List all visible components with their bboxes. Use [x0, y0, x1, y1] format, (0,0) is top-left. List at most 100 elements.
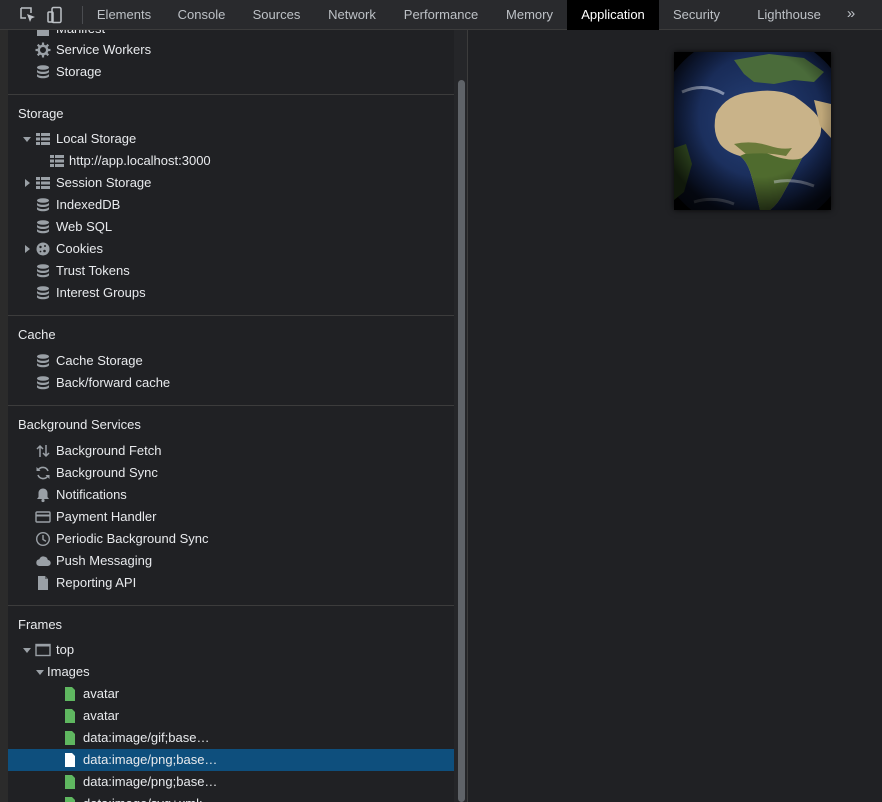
sidebar-item-image-file[interactable]: data:image/gif;base…	[8, 727, 454, 749]
sidebar-item-label: Interest Groups	[56, 285, 146, 300]
image-file-icon	[65, 687, 75, 701]
sidebar-item-session-storage[interactable]: Session Storage	[8, 172, 454, 194]
document-icon	[37, 30, 49, 36]
device-toolbar-icon[interactable]	[46, 6, 64, 24]
tab-elements[interactable]: Elements	[84, 0, 164, 30]
drawer-edge	[0, 30, 8, 802]
image-file-icon	[65, 731, 75, 745]
sidebar-item-label: Push Messaging	[56, 553, 153, 568]
sidebar-item-label: Storage	[56, 64, 102, 79]
sidebar-item-label: Notifications	[56, 487, 127, 502]
database-icon	[37, 198, 49, 212]
sidebar-item-back-forward-cache[interactable]: Back/forward cache	[8, 372, 454, 394]
sidebar-item-label: Web SQL	[56, 219, 113, 234]
sidebar-item-label: Cookies	[56, 241, 103, 256]
section-title-cache: Cache	[18, 327, 56, 342]
sidebar-item-label: Service Workers	[56, 42, 152, 57]
table-grid-icon	[36, 133, 50, 145]
sidebar-item-image-file[interactable]: data:image/svg+xml;…	[8, 793, 454, 802]
image-file-icon	[65, 797, 75, 802]
sidebar-item-trust-tokens[interactable]: Trust Tokens	[8, 260, 454, 282]
sidebar-item-label: Back/forward cache	[56, 375, 171, 390]
collapsed-arrow-icon[interactable]	[22, 238, 32, 260]
sidebar-item-reporting-api[interactable]: Reporting API	[8, 572, 454, 594]
sidebar-item-label: data:image/png;base…	[83, 752, 218, 767]
image-file-icon	[65, 753, 75, 767]
sidebar-item-local-storage[interactable]: Local Storage	[8, 128, 454, 150]
tab-security[interactable]: Security	[659, 0, 734, 30]
sidebar-scrollbar-thumb[interactable]	[458, 80, 465, 802]
sidebar-item-interest-groups[interactable]: Interest Groups	[8, 282, 454, 304]
sidebar-item-label: Periodic Background Sync	[56, 531, 209, 546]
sidebar-item-label: Session Storage	[56, 175, 152, 190]
credit-card-icon	[35, 511, 51, 523]
sidebar-item-local-origin[interactable]: http://app.localhost:3000	[8, 150, 454, 172]
sidebar-item-label: data:image/svg+xml;…	[83, 793, 216, 802]
tab-performance[interactable]: Performance	[390, 0, 492, 30]
cookie-icon	[36, 242, 50, 256]
sidebar-item-periodic-background-sync[interactable]: Periodic Background Sync	[8, 528, 454, 550]
sidebar-item-label: IndexedDB	[56, 197, 121, 212]
expanded-arrow-icon[interactable]	[22, 128, 32, 150]
sidebar-item-label: top	[56, 642, 75, 657]
sidebar-item-push-messaging[interactable]: Push Messaging	[8, 550, 454, 572]
collapsed-arrow-icon[interactable]	[22, 172, 32, 194]
database-icon	[37, 65, 49, 79]
sidebar-item-label: Payment Handler	[56, 509, 157, 524]
cloud-icon	[36, 556, 51, 567]
frame-icon	[35, 643, 51, 657]
image-file-icon	[65, 709, 75, 723]
sidebar-item-label: http://app.localhost:3000	[69, 153, 211, 168]
tab-application[interactable]: Application	[567, 0, 659, 30]
clock-icon	[35, 531, 51, 547]
sidebar-item-image-file[interactable]: data:image/png;base…	[8, 771, 454, 793]
application-sidebar: Manifest Service Workers Storage Storage	[8, 30, 454, 802]
sidebar-item-cookies[interactable]: Cookies	[8, 238, 454, 260]
tab-console[interactable]: Console	[164, 0, 239, 30]
database-icon	[37, 220, 49, 234]
devtools-toolbar: Elements Console Sources Network Perform…	[0, 0, 882, 30]
database-icon	[37, 354, 49, 368]
section-divider	[8, 315, 454, 316]
sidebar-item-image-file[interactable]: avatar	[8, 683, 454, 705]
section-divider	[8, 405, 454, 406]
sidebar-item-service-workers[interactable]: Service Workers	[8, 39, 454, 61]
more-tabs-icon[interactable]: »	[842, 0, 860, 30]
sidebar-item-cache-storage[interactable]: Cache Storage	[8, 350, 454, 372]
sidebar-item-payment-handler[interactable]: Payment Handler	[8, 506, 454, 528]
sidebar-item-notifications[interactable]: Notifications	[8, 484, 454, 506]
document-icon	[38, 576, 48, 590]
section-title-background-services: Background Services	[18, 417, 141, 432]
sidebar-item-label: data:image/png;base…	[83, 774, 218, 789]
tab-memory[interactable]: Memory	[492, 0, 567, 30]
sidebar-item-label: Images	[47, 664, 90, 679]
sidebar-item-frame-top[interactable]: top	[8, 639, 454, 661]
sidebar-item-images-folder[interactable]: Images	[8, 661, 454, 683]
sidebar-item-image-file-selected[interactable]: data:image/png;base…	[8, 749, 454, 771]
sidebar-item-background-sync[interactable]: Background Sync	[8, 462, 454, 484]
sidebar-item-background-fetch[interactable]: Background Fetch	[8, 440, 454, 462]
table-grid-icon	[50, 155, 64, 167]
expanded-arrow-icon[interactable]	[35, 661, 45, 683]
sidebar-item-storage-overview[interactable]: Storage	[8, 61, 454, 83]
tab-sources[interactable]: Sources	[239, 0, 314, 30]
expanded-arrow-icon[interactable]	[22, 639, 32, 661]
sync-icon	[36, 466, 50, 480]
sidebar-item-image-file[interactable]: avatar	[8, 705, 454, 727]
section-title-storage: Storage	[18, 106, 64, 121]
database-icon	[37, 286, 49, 300]
inspect-element-icon[interactable]	[19, 6, 37, 24]
sidebar-item-indexeddb[interactable]: IndexedDB	[8, 194, 454, 216]
up-down-arrows-icon	[36, 444, 50, 458]
section-divider	[8, 605, 454, 606]
database-icon	[37, 264, 49, 278]
tab-lighthouse[interactable]: Lighthouse	[744, 0, 834, 30]
database-icon	[37, 376, 49, 390]
sidebar-item-label: avatar	[83, 686, 120, 701]
section-divider	[8, 94, 454, 95]
toolbar-separator	[82, 6, 83, 24]
tab-network[interactable]: Network	[314, 0, 390, 30]
section-title-frames: Frames	[18, 617, 63, 632]
sidebar-item-web-sql[interactable]: Web SQL	[8, 216, 454, 238]
sidebar-item-label: Trust Tokens	[56, 263, 130, 278]
